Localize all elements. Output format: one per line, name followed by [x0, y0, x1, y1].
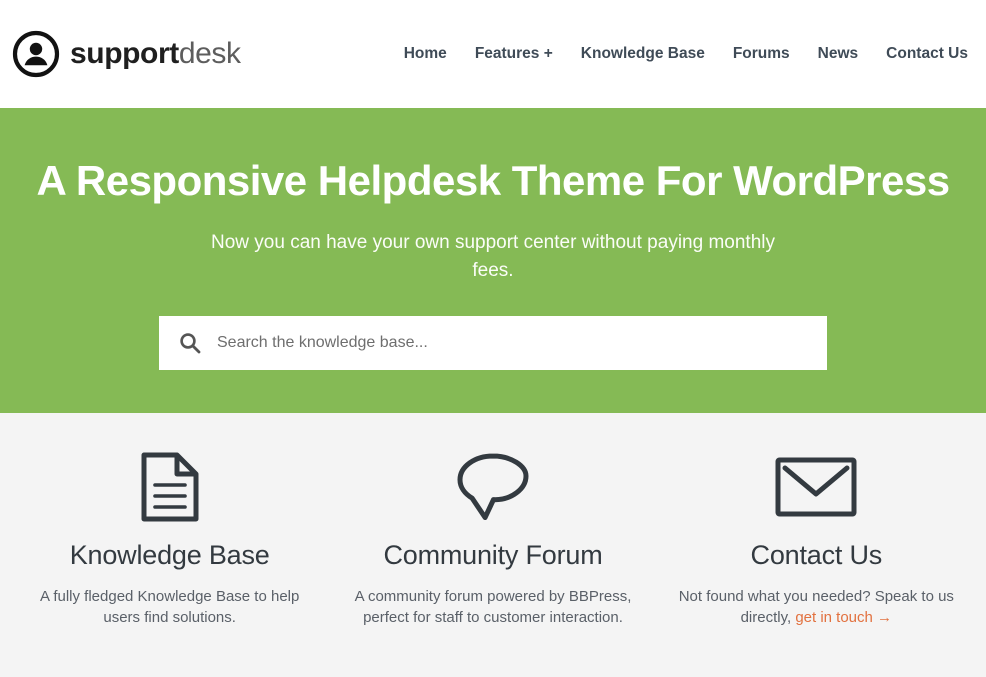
feature-description: Not found what you needed? Speak to us d…: [673, 586, 960, 630]
hero-section: A Responsive Helpdesk Theme For WordPres…: [0, 108, 986, 413]
feature-title: Community Forum: [383, 540, 603, 570]
brand-text-strong: support: [70, 37, 179, 70]
knowledge-base-search-bar[interactable]: [159, 316, 827, 371]
envelope-icon: [774, 451, 858, 523]
brand-text: supportdesk: [70, 39, 241, 69]
nav-home[interactable]: Home: [390, 39, 461, 70]
nav-knowledge-base[interactable]: Knowledge Base: [567, 39, 719, 70]
feature-knowledge-base: Knowledge Base A fully fledged Knowledge…: [8, 413, 331, 677]
feature-description: A community forum powered by BBPress, pe…: [354, 587, 632, 627]
brand-logo[interactable]: supportdesk: [12, 30, 241, 78]
features-section: Knowledge Base A fully fledged Knowledge…: [0, 413, 986, 677]
search-icon: [179, 332, 201, 354]
site-header: supportdesk Home Features + Knowledge Ba…: [0, 0, 986, 108]
feature-community-forum: Community Forum A community forum powere…: [331, 413, 654, 677]
nav-news[interactable]: News: [804, 39, 873, 70]
main-navigation: Home Features + Knowledge Base Forums Ne…: [390, 39, 968, 70]
speech-bubble-icon: [455, 451, 531, 523]
user-circle-icon: [12, 30, 60, 78]
get-in-touch-link[interactable]: get in touch →: [795, 609, 892, 626]
hero-subtitle: Now you can have your own support center…: [211, 232, 775, 281]
nav-contact-us[interactable]: Contact Us: [872, 39, 968, 70]
brand-text-light: desk: [178, 37, 241, 70]
feature-contact-us: Contact Us Not found what you needed? Sp…: [655, 413, 978, 677]
nav-features[interactable]: Features +: [461, 39, 567, 70]
hero-title: A Responsive Helpdesk Theme For WordPres…: [36, 157, 950, 204]
document-icon: [139, 451, 201, 523]
search-input[interactable]: [217, 316, 813, 371]
feature-description: A fully fledged Knowledge Base to help u…: [39, 587, 300, 627]
feature-title: Contact Us: [750, 540, 883, 570]
nav-forums[interactable]: Forums: [719, 39, 804, 70]
feature-title: Knowledge Base: [69, 540, 270, 570]
